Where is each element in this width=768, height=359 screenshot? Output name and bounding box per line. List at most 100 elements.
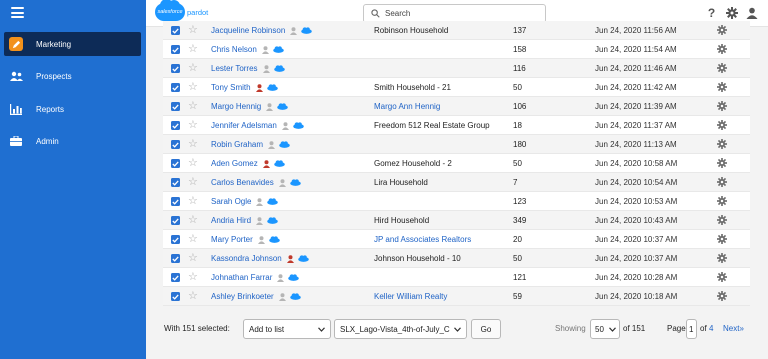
gear-icon[interactable]	[717, 101, 727, 111]
star-icon[interactable]: ☆	[188, 81, 198, 93]
person-icon	[277, 273, 285, 282]
gear-icon[interactable]	[717, 82, 727, 92]
star-icon[interactable]: ☆	[188, 195, 198, 207]
next-page-link[interactable]: Next»	[723, 324, 744, 333]
row-checkbox[interactable]	[171, 83, 180, 92]
last-activity-cell: Jun 24, 2020 11:56 AM	[595, 25, 677, 35]
row-checkbox[interactable]	[171, 45, 180, 54]
sidebar-item-prospects[interactable]: Prospects	[4, 64, 141, 88]
last-activity-cell: Jun 24, 2020 10:43 AM	[595, 215, 678, 225]
person-icon	[278, 178, 286, 187]
company-cell[interactable]: Keller William Realty	[374, 292, 447, 301]
prospect-name-link[interactable]: Sarah Ogle	[211, 197, 251, 206]
star-icon[interactable]: ☆	[188, 214, 198, 226]
prospect-table: ☆ Jacqueline Robinson Robinson Household 13…	[163, 21, 750, 306]
gear-icon[interactable]	[717, 234, 727, 244]
row-checkbox[interactable]	[171, 254, 180, 263]
star-icon[interactable]: ☆	[188, 233, 198, 245]
prospect-name-link[interactable]: Mary Porter	[211, 235, 253, 244]
row-checkbox[interactable]	[171, 26, 180, 35]
company-cell: Smith Household - 21	[374, 82, 451, 92]
star-icon[interactable]: ☆	[188, 119, 198, 131]
table-row: ☆ Sarah Ogle 123 Jun 24, 2020 10:53 AM	[163, 192, 750, 211]
list-select[interactable]: SLX_Lago-Vista_4th-of-July_C	[334, 319, 467, 339]
page-total-link[interactable]: 4	[709, 324, 713, 333]
prospect-name-link[interactable]: Carlos Benavides	[211, 178, 274, 187]
score-cell: 116	[513, 63, 526, 73]
page-number-input[interactable]: 1	[686, 319, 697, 339]
prospect-name-link[interactable]: Andria Hird	[211, 216, 251, 225]
row-checkbox[interactable]	[171, 121, 180, 130]
go-button[interactable]: Go	[471, 319, 501, 339]
star-icon[interactable]: ☆	[188, 157, 198, 169]
star-icon[interactable]: ☆	[188, 176, 198, 188]
gear-icon[interactable]	[717, 25, 727, 35]
salesforce-cloud-icon	[288, 274, 300, 281]
row-checkbox[interactable]	[171, 235, 180, 244]
last-activity-cell: Jun 24, 2020 10:58 AM	[595, 158, 678, 168]
row-checkbox[interactable]	[171, 159, 180, 168]
prospect-name-link[interactable]: Ashley Brinkoeter	[211, 292, 274, 301]
gear-icon[interactable]	[725, 6, 738, 19]
last-activity-cell: Jun 24, 2020 10:28 AM	[595, 272, 678, 282]
per-page-select[interactable]: 50	[590, 319, 620, 339]
prospect-name-link[interactable]: Aden Gomez	[211, 159, 258, 168]
row-checkbox[interactable]	[171, 292, 180, 301]
chevron-down-icon	[454, 327, 461, 332]
score-cell: 20	[513, 234, 522, 244]
gear-icon[interactable]	[717, 158, 727, 168]
help-icon[interactable]: ?	[705, 6, 718, 20]
prospect-name-link[interactable]: Lester Torres	[211, 64, 258, 73]
company-cell: Freedom 512 Real Estate Group	[374, 120, 490, 130]
company-cell[interactable]: Margo Ann Hennig	[374, 102, 440, 111]
gear-icon[interactable]	[717, 272, 727, 282]
company-cell: Gomez Household - 2	[374, 158, 452, 168]
sidebar-item-admin[interactable]: Admin	[4, 129, 141, 153]
prospect-name-link[interactable]: Jennifer Adelsman	[211, 121, 277, 130]
gear-icon[interactable]	[717, 215, 727, 225]
gear-icon[interactable]	[717, 63, 727, 73]
star-icon[interactable]: ☆	[188, 62, 198, 74]
star-icon[interactable]: ☆	[188, 271, 198, 283]
gear-icon[interactable]	[717, 291, 727, 301]
prospect-name-link[interactable]: Chris Nelson	[211, 45, 257, 54]
row-checkbox[interactable]	[171, 197, 180, 206]
prospect-name-link[interactable]: Jacqueline Robinson	[211, 26, 285, 35]
prospect-name-link[interactable]: Margo Hennig	[211, 102, 261, 111]
menu-icon[interactable]	[11, 7, 24, 18]
main-content: ☆ Jacqueline Robinson Robinson Household 13…	[146, 21, 768, 359]
row-checkbox[interactable]	[171, 216, 180, 225]
bulk-action-select[interactable]: Add to list	[243, 319, 331, 339]
row-checkbox[interactable]	[171, 64, 180, 73]
gear-icon[interactable]	[717, 120, 727, 130]
star-icon[interactable]: ☆	[188, 24, 198, 36]
prospect-name-link[interactable]: Robin Graham	[211, 140, 263, 149]
gear-icon[interactable]	[717, 253, 727, 263]
star-icon[interactable]: ☆	[188, 43, 198, 55]
total-count-label: of 151	[623, 324, 646, 333]
star-icon[interactable]: ☆	[188, 252, 198, 264]
sidebar-item-reports[interactable]: Reports	[4, 97, 141, 121]
row-checkbox[interactable]	[171, 140, 180, 149]
gear-icon[interactable]	[717, 44, 727, 54]
gear-icon[interactable]	[717, 139, 727, 149]
star-icon[interactable]: ☆	[188, 138, 198, 150]
star-icon[interactable]: ☆	[188, 100, 198, 112]
row-checkbox[interactable]	[171, 102, 180, 111]
sidebar-item-marketing[interactable]: Marketing	[4, 32, 141, 56]
prospect-name-link[interactable]: Tony Smith	[211, 83, 251, 92]
person-icon	[286, 254, 294, 263]
row-checkbox[interactable]	[171, 178, 180, 187]
company-cell[interactable]: JP and Associates Realtors	[374, 235, 471, 244]
salesforce-pardot-logo[interactable]: salesforce pardot	[155, 0, 208, 21]
star-icon[interactable]: ☆	[188, 290, 198, 302]
prospect-name-link[interactable]: Johnathan Farrar	[211, 273, 272, 282]
last-activity-cell: Jun 24, 2020 11:42 AM	[595, 82, 677, 92]
prospect-name-link[interactable]: Kassondra Johnson	[211, 254, 282, 263]
search-input[interactable]	[385, 9, 535, 18]
row-checkbox[interactable]	[171, 273, 180, 282]
gear-icon[interactable]	[717, 177, 727, 187]
user-profile-icon[interactable]	[745, 6, 758, 19]
gear-icon[interactable]	[717, 196, 727, 206]
page-label: Page	[667, 324, 686, 333]
